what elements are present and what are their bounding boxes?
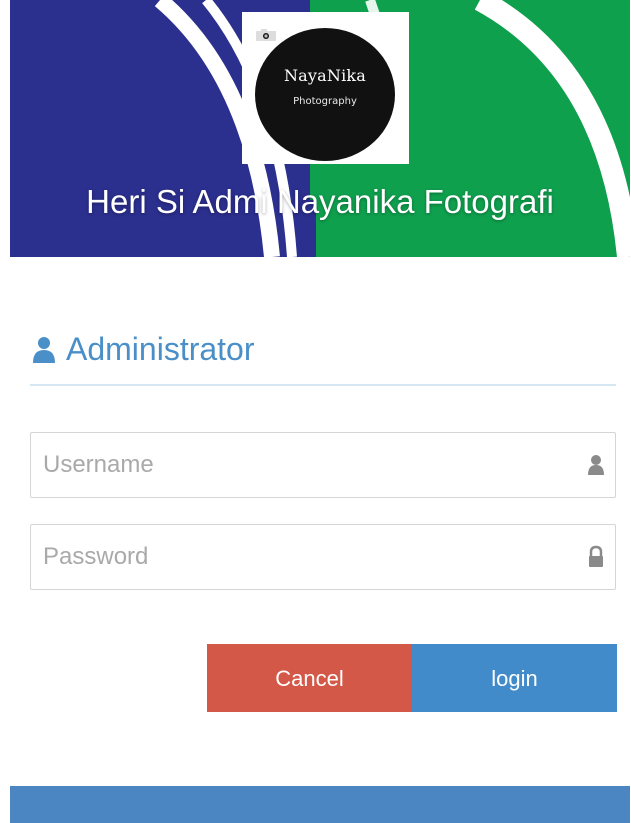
panel-title: Administrator: [66, 331, 255, 367]
login-panel: NayaNika Photography Heri Si Admi Nayani…: [10, 0, 630, 823]
camera-icon: [256, 29, 276, 41]
user-icon: [33, 337, 55, 363]
username-field-wrapper: [30, 432, 616, 498]
login-button[interactable]: login: [412, 644, 617, 712]
logo-circle: NayaNika Photography: [255, 28, 395, 161]
footer-bar: [10, 786, 630, 823]
password-input[interactable]: [31, 525, 571, 589]
logo: NayaNika Photography: [242, 12, 409, 164]
panel-heading: Administrator: [30, 330, 616, 386]
header-banner: NayaNika Photography Heri Si Admi Nayani…: [10, 0, 630, 257]
logo-subtitle: Photography: [293, 96, 357, 107]
user-icon: [588, 455, 604, 475]
banner-title: Heri Si Admi Nayanika Fotografi: [86, 183, 554, 220]
cancel-button[interactable]: Cancel: [207, 644, 412, 712]
lock-icon: [589, 545, 603, 567]
logo-name: NayaNika: [283, 66, 367, 85]
password-field-wrapper: [30, 524, 616, 590]
username-input[interactable]: [31, 433, 571, 497]
